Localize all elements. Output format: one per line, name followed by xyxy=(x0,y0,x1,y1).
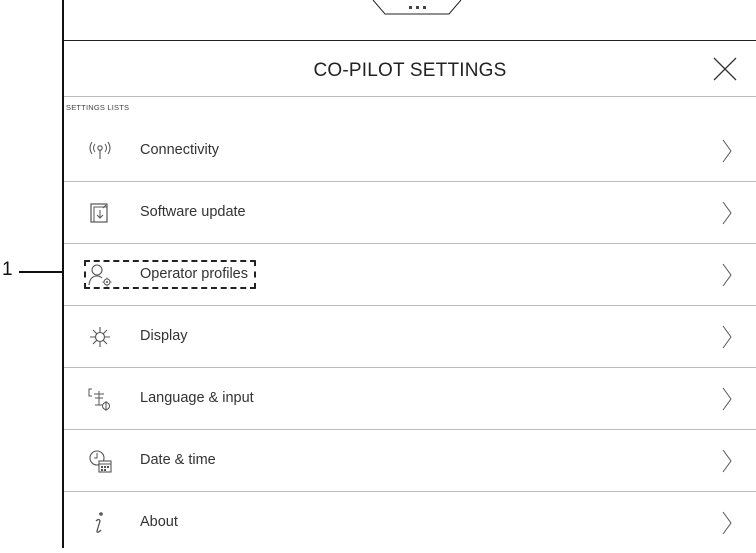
settings-item-label: Date & time xyxy=(140,452,216,468)
settings-item-connectivity[interactable]: Connectivity xyxy=(64,120,756,182)
chevron-right-icon xyxy=(722,387,732,411)
page-title: CO-PILOT SETTINGS xyxy=(313,60,507,81)
settings-item-software-update[interactable]: Software update xyxy=(64,182,756,244)
chevron-right-icon xyxy=(722,511,732,535)
settings-header: CO-PILOT SETTINGS xyxy=(64,41,756,97)
brightness-icon xyxy=(90,327,110,347)
section-label: SETTINGS LISTS xyxy=(66,103,130,112)
settings-list: Connectivity Software update Operator pr… xyxy=(64,120,756,553)
chevron-right-icon xyxy=(722,449,732,473)
settings-item-display[interactable]: Display xyxy=(64,306,756,368)
language-icon xyxy=(88,388,110,411)
settings-item-label: Operator profiles xyxy=(140,266,248,282)
chevron-right-icon xyxy=(722,325,732,349)
software-update-icon xyxy=(90,203,108,223)
settings-item-label: About xyxy=(140,514,178,530)
chevron-right-icon xyxy=(722,201,732,225)
settings-item-label: Display xyxy=(140,328,188,344)
settings-item-about[interactable]: About xyxy=(64,492,756,553)
top-bar xyxy=(64,0,756,41)
chevron-right-icon xyxy=(722,263,732,287)
settings-item-language-input[interactable]: Language & input xyxy=(64,368,756,430)
settings-item-label: Connectivity xyxy=(140,142,219,158)
operator-profile-icon xyxy=(88,264,112,287)
settings-panel: CO-PILOT SETTINGS SETTINGS LISTS Connect… xyxy=(62,0,756,548)
drawer-handle-icon[interactable] xyxy=(371,0,463,20)
chevron-right-icon xyxy=(722,139,732,163)
close-icon[interactable] xyxy=(712,56,738,82)
antenna-icon xyxy=(89,141,111,159)
settings-item-label: Software update xyxy=(140,204,246,220)
clock-calendar-icon xyxy=(89,450,112,473)
settings-item-operator-profiles[interactable]: Operator profiles xyxy=(64,244,756,306)
callout-number: 1 xyxy=(2,259,13,280)
settings-item-label: Language & input xyxy=(140,390,254,406)
info-icon xyxy=(95,512,103,533)
settings-item-date-time[interactable]: Date & time xyxy=(64,430,756,492)
